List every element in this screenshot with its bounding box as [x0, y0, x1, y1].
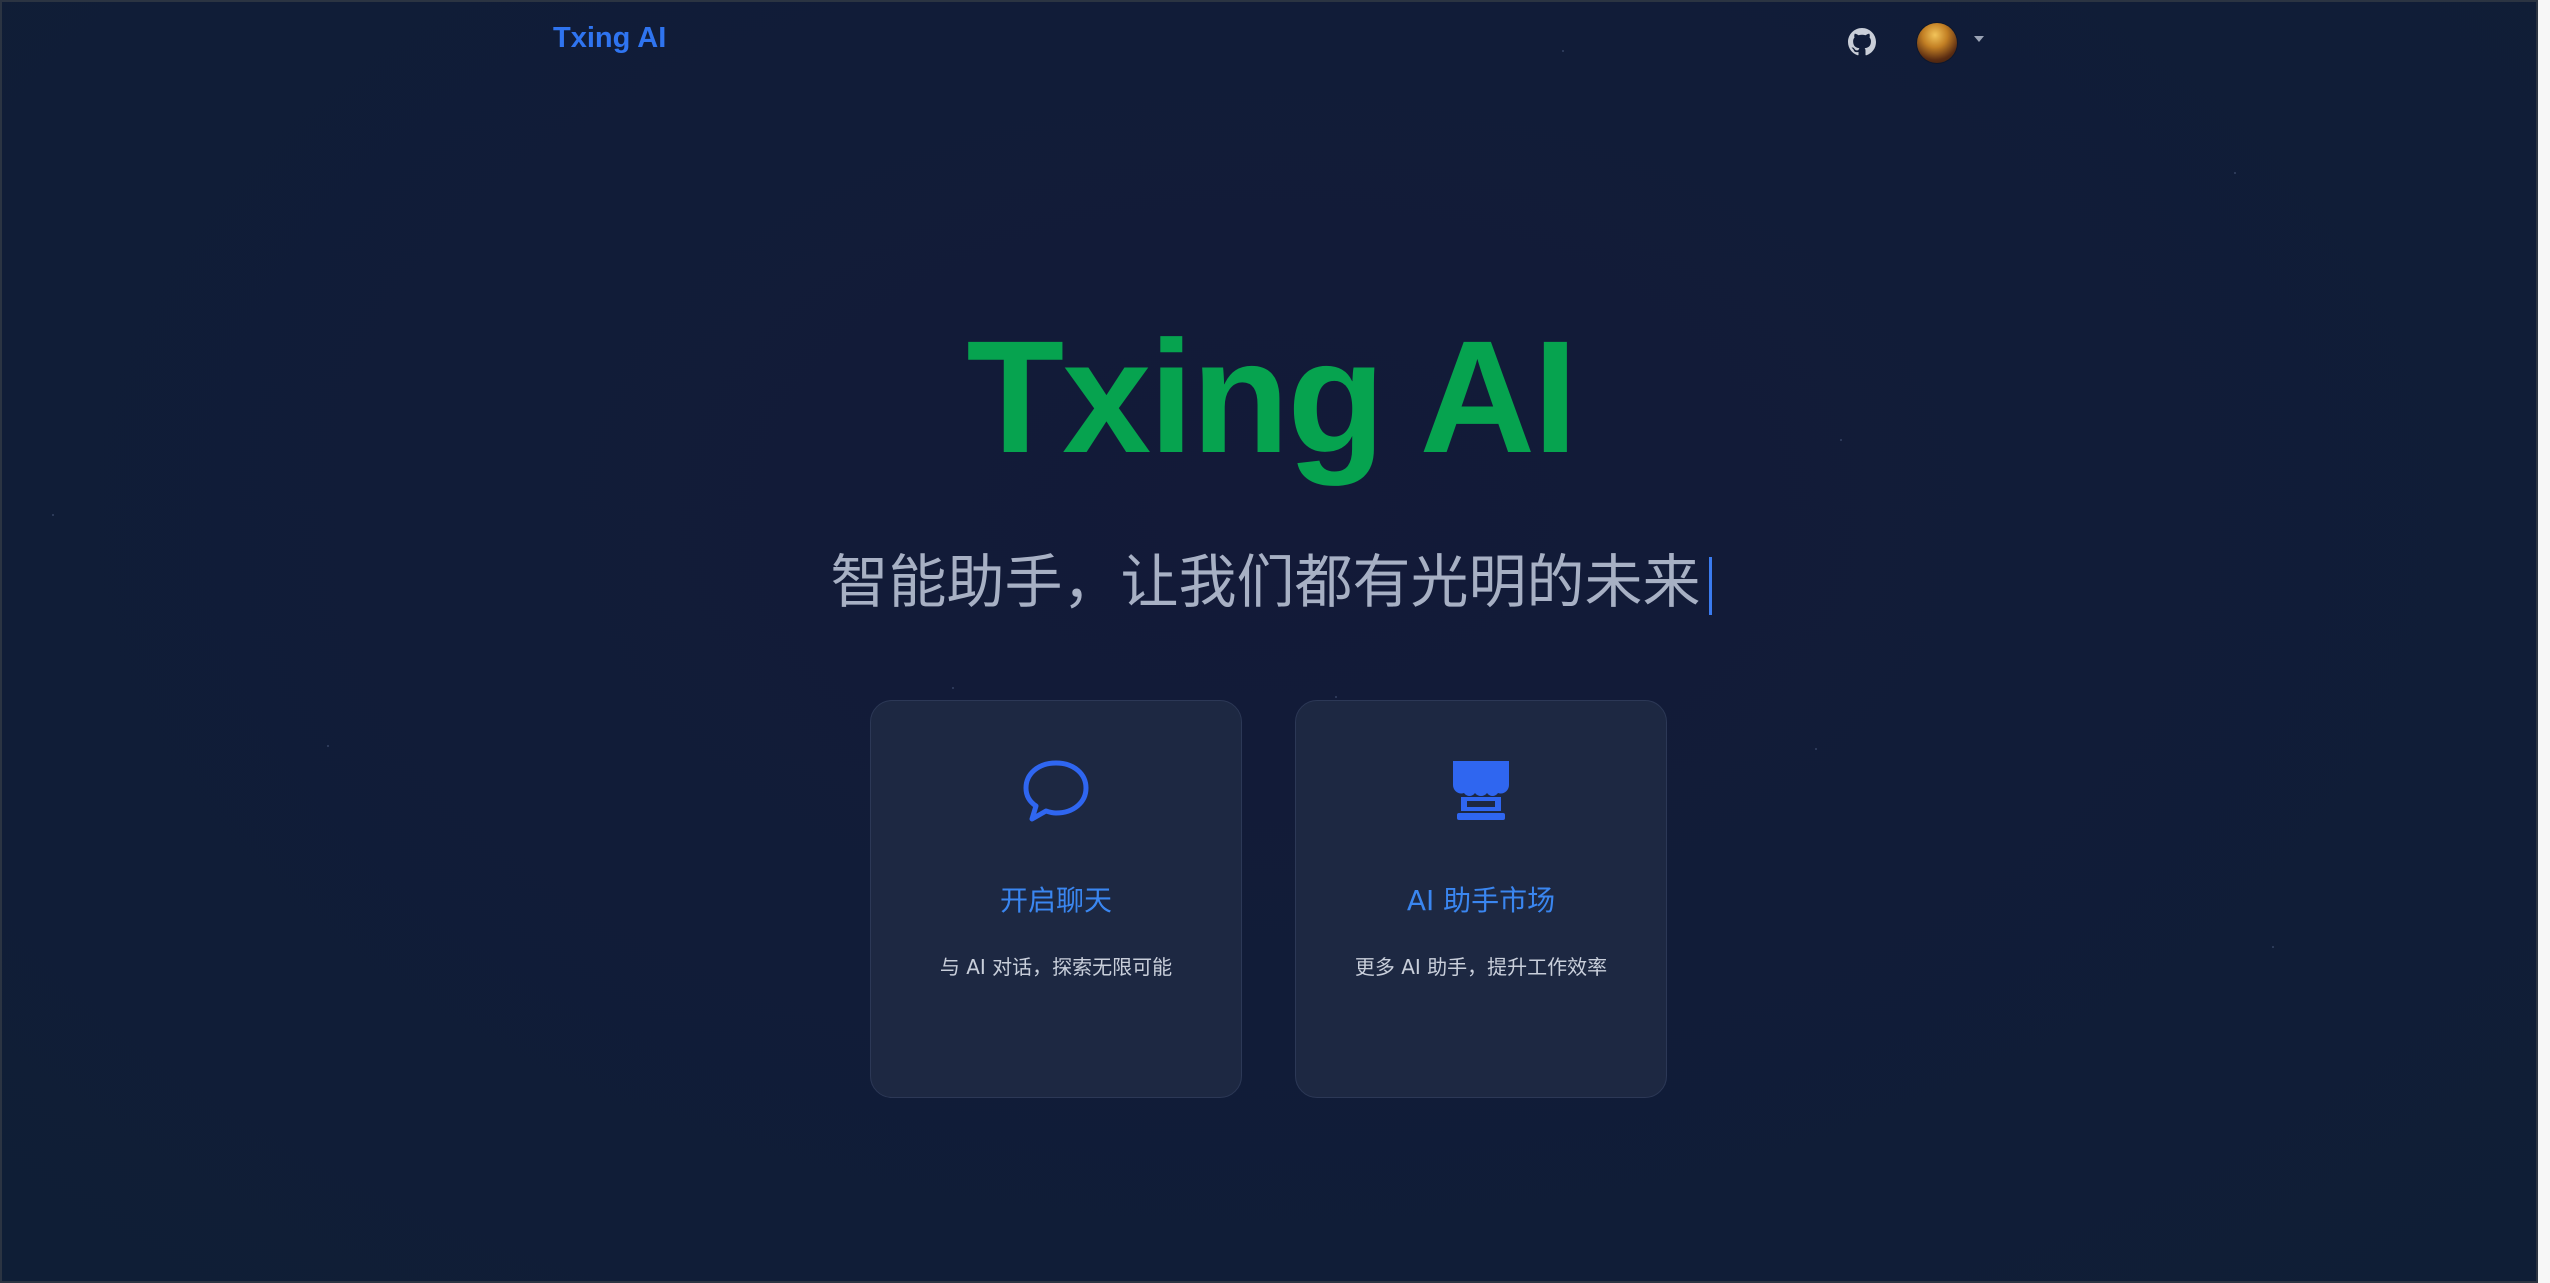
page-scrollbar[interactable] — [2538, 0, 2550, 1283]
background-star — [2272, 946, 2274, 948]
user-avatar[interactable] — [1917, 23, 1957, 63]
background-star — [1335, 696, 1337, 698]
assistant-market-description: 更多 AI 助手，提升工作效率 — [1354, 955, 1608, 979]
hero-subtitle-text: 智能助手，让我们都有光明的未来 — [830, 548, 1701, 616]
background-star — [2234, 172, 2236, 174]
app-root: Txing AI Txing AI 智能助手，让我们都有光明的未来 开启聊天 与… — [0, 0, 2538, 1283]
background-star — [1562, 50, 1564, 52]
background-star — [1815, 748, 1817, 750]
background-star — [952, 687, 954, 689]
brand-logo[interactable]: Txing AI — [553, 22, 666, 55]
github-icon[interactable] — [1848, 28, 1876, 56]
background-star — [52, 514, 54, 516]
assistant-market-card[interactable]: AI 助手市场 更多 AI 助手，提升工作效率 — [1295, 700, 1667, 1098]
caret-down-icon[interactable] — [1974, 36, 1984, 42]
background-star — [327, 745, 329, 747]
start-chat-description: 与 AI 对话，探索无限可能 — [939, 955, 1173, 979]
hero-subtitle: 智能助手，让我们都有光明的未来 — [2, 544, 2536, 620]
start-chat-card[interactable]: 开启聊天 与 AI 对话，探索无限可能 — [870, 700, 1242, 1098]
chat-bubble-icon — [1018, 753, 1094, 829]
hero-title: Txing AI — [966, 307, 1577, 486]
store-icon — [1443, 753, 1519, 829]
assistant-market-title: AI 助手市场 — [1406, 884, 1556, 917]
typing-cursor — [1708, 556, 1712, 615]
start-chat-title: 开启聊天 — [999, 884, 1112, 917]
